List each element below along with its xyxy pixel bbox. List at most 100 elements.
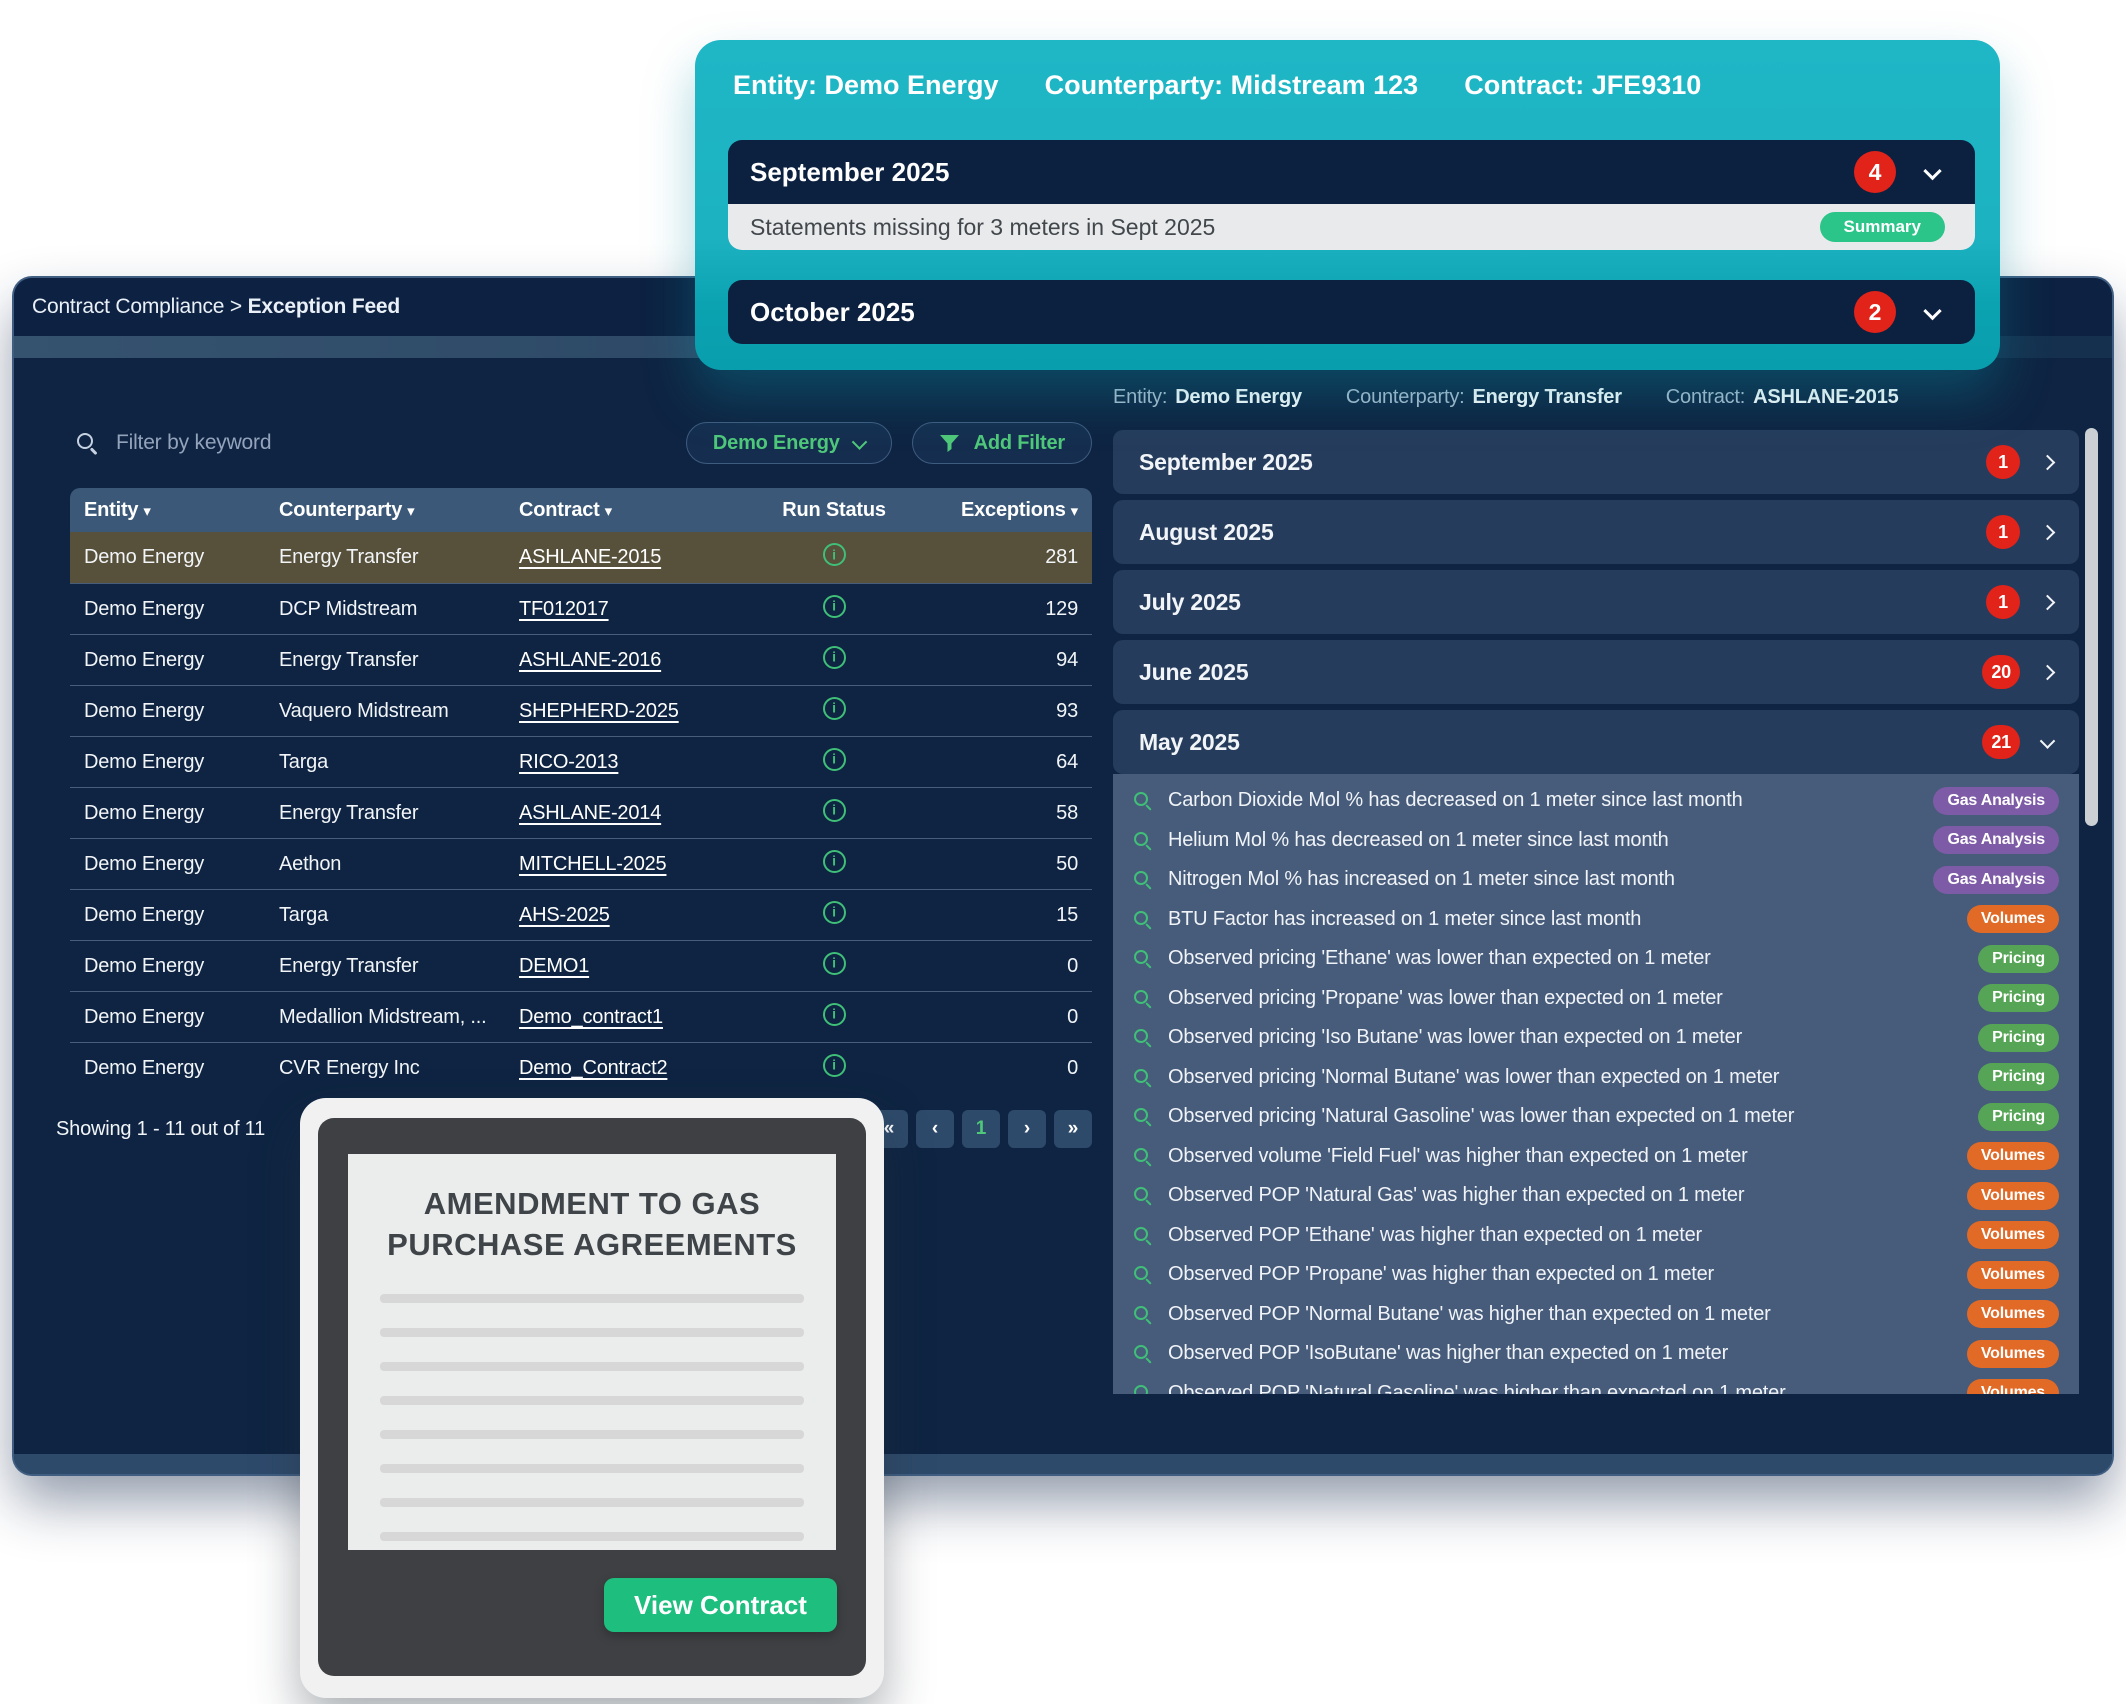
chevron-down-icon	[2040, 733, 2056, 749]
table-row[interactable]: Demo EnergyCVR Energy IncDemo_Contract20	[70, 1042, 1092, 1093]
run-status-info-icon[interactable]	[823, 543, 846, 566]
keyword-filter-input[interactable]: Filter by keyword	[56, 420, 616, 466]
exception-row[interactable]: Observed POP 'IsoButane' was higher than…	[1113, 1334, 2079, 1374]
table-row[interactable]: Demo EnergyMedallion Midstream, ...Demo_…	[70, 991, 1092, 1042]
run-status-info-icon[interactable]	[823, 850, 846, 873]
table-row[interactable]: Demo EnergyTargaRICO-201364	[70, 736, 1092, 787]
table-row[interactable]: Demo EnergyEnergy TransferDEMO10	[70, 940, 1092, 991]
breadcrumb-path[interactable]: Contract Compliance >	[32, 295, 248, 319]
chevron-down-icon	[851, 434, 867, 450]
run-status-info-icon[interactable]	[823, 595, 846, 618]
contract-link[interactable]: AHS-2025	[519, 904, 610, 926]
search-icon	[1133, 870, 1152, 889]
cell-exceptions: 0	[1067, 1006, 1078, 1029]
pagination-button[interactable]: »	[1054, 1110, 1092, 1148]
column-header-exceptions[interactable]: Exceptions	[961, 499, 1078, 522]
search-icon	[1133, 1028, 1152, 1047]
run-status-info-icon[interactable]	[823, 697, 846, 720]
document-text-line	[380, 1498, 804, 1507]
scrollbar-thumb[interactable]	[2085, 428, 2098, 826]
search-icon	[1133, 1344, 1152, 1363]
contract-document-card: AMENDMENT TO GAS PURCHASE AGREEMENTS Vie…	[300, 1098, 884, 1698]
contract-link[interactable]: ASHLANE-2014	[519, 802, 661, 824]
run-status-info-icon[interactable]	[823, 901, 846, 924]
exception-row[interactable]: Observed pricing 'Ethane' was lower than…	[1113, 939, 2079, 979]
card-contract: Contract: JFE9310	[1464, 70, 1701, 101]
month-accordion-expanded[interactable]: May 202521	[1113, 710, 2079, 774]
cell-counterparty: Energy Transfer	[279, 802, 519, 825]
month-label: June 2025	[1139, 659, 1982, 686]
contract-link[interactable]: ASHLANE-2015	[519, 546, 661, 568]
column-header-contract[interactable]: Contract	[519, 499, 749, 522]
detail-entity: Entity:Demo Energy	[1113, 386, 1302, 409]
view-contract-button[interactable]: View Contract	[604, 1578, 837, 1632]
contract-link[interactable]: RICO-2013	[519, 751, 618, 773]
exception-row[interactable]: Observed POP 'Ethane' was higher than ex…	[1113, 1216, 2079, 1256]
exception-count-badge: 1	[1986, 515, 2020, 549]
accordion-label: September 2025	[750, 157, 1854, 188]
add-filter-button[interactable]: Add Filter	[912, 422, 1092, 464]
cell-counterparty: Targa	[279, 751, 519, 774]
run-status-info-icon[interactable]	[823, 1054, 846, 1077]
september-accordion[interactable]: September 2025 4	[728, 140, 1975, 204]
contract-link[interactable]: MITCHELL-2025	[519, 853, 666, 875]
cell-counterparty: Energy Transfer	[279, 546, 519, 569]
table-row[interactable]: Demo EnergyVaquero MidstreamSHEPHERD-202…	[70, 685, 1092, 736]
column-header-run-status[interactable]: Run Status	[782, 499, 886, 522]
run-status-info-icon[interactable]	[823, 1003, 846, 1026]
document-title: AMENDMENT TO GAS PURCHASE AGREEMENTS	[386, 1184, 798, 1266]
contract-link[interactable]: SHEPHERD-2025	[519, 700, 679, 722]
table-row[interactable]: Demo EnergyAethonMITCHELL-202550	[70, 838, 1092, 889]
exception-row[interactable]: Observed volume 'Field Fuel' was higher …	[1113, 1137, 2079, 1177]
chevron-right-icon	[2040, 664, 2056, 680]
october-accordion[interactable]: October 2025 2	[728, 280, 1975, 344]
cell-counterparty: Targa	[279, 904, 519, 927]
contract-link[interactable]: Demo_contract1	[519, 1006, 663, 1028]
run-status-info-icon[interactable]	[823, 799, 846, 822]
contract-link[interactable]: Demo_Contract2	[519, 1057, 667, 1079]
run-status-info-icon[interactable]	[823, 748, 846, 771]
contract-link[interactable]: TF012017	[519, 598, 609, 620]
exception-text: Observed POP 'IsoButane' was higher than…	[1168, 1342, 1951, 1365]
entity-dropdown[interactable]: Demo Energy	[686, 422, 892, 464]
pagination-button[interactable]: 1	[962, 1110, 1000, 1148]
table-row[interactable]: Demo EnergyEnergy TransferASHLANE-201458	[70, 787, 1092, 838]
column-header-entity[interactable]: Entity	[84, 499, 279, 522]
table-row[interactable]: Demo EnergyEnergy TransferASHLANE-201694	[70, 634, 1092, 685]
pagination-button[interactable]: ›	[1008, 1110, 1046, 1148]
table-row[interactable]: Demo EnergyEnergy TransferASHLANE-201528…	[70, 532, 1092, 583]
chevron-right-icon	[2040, 454, 2056, 470]
cell-counterparty: DCP Midstream	[279, 598, 519, 621]
month-accordion-collapsed[interactable]: July 20251	[1113, 570, 2079, 634]
exception-row[interactable]: BTU Factor has increased on 1 meter sinc…	[1113, 900, 2079, 940]
table-row[interactable]: Demo EnergyTargaAHS-202515	[70, 889, 1092, 940]
exception-row[interactable]: Nitrogen Mol % has increased on 1 meter …	[1113, 860, 2079, 900]
month-accordion-collapsed[interactable]: August 20251	[1113, 500, 2079, 564]
exception-row[interactable]: Carbon Dioxide Mol % has decreased on 1 …	[1113, 781, 2079, 821]
category-badge: Volumes	[1967, 1379, 2059, 1394]
cell-counterparty: Energy Transfer	[279, 955, 519, 978]
month-accordion-collapsed[interactable]: June 202520	[1113, 640, 2079, 704]
month-accordion-collapsed[interactable]: September 20251	[1113, 430, 2079, 494]
exception-row[interactable]: Observed pricing 'Propane' was lower tha…	[1113, 979, 2079, 1019]
exception-row[interactable]: Observed pricing 'Natural Gasoline' was …	[1113, 1097, 2079, 1137]
cell-exceptions: 281	[1045, 546, 1078, 569]
column-header-counterparty[interactable]: Counterparty	[279, 499, 519, 522]
contract-summary-card: Entity: Demo Energy Counterparty: Midstr…	[695, 40, 2000, 370]
contract-link[interactable]: DEMO1	[519, 955, 589, 977]
run-status-info-icon[interactable]	[823, 952, 846, 975]
exception-count-badge: 4	[1854, 151, 1896, 193]
exception-row[interactable]: Observed pricing 'Normal Butane' was low…	[1113, 1058, 2079, 1098]
exception-row[interactable]: Observed pricing 'Iso Butane' was lower …	[1113, 1018, 2079, 1058]
exception-row[interactable]: Observed POP 'Normal Butane' was higher …	[1113, 1295, 2079, 1335]
exception-row[interactable]: Observed POP 'Propane' was higher than e…	[1113, 1255, 2079, 1295]
exception-row[interactable]: Observed POP 'Natural Gasoline' was high…	[1113, 1374, 2079, 1395]
detail-counterparty: Counterparty:Energy Transfer	[1346, 386, 1622, 409]
run-status-info-icon[interactable]	[823, 646, 846, 669]
table-row[interactable]: Demo EnergyDCP MidstreamTF012017129	[70, 583, 1092, 634]
summary-row[interactable]: Statements missing for 3 meters in Sept …	[728, 204, 1975, 250]
exception-row[interactable]: Observed POP 'Natural Gas' was higher th…	[1113, 1176, 2079, 1216]
pagination-button[interactable]: ‹	[916, 1110, 954, 1148]
contract-link[interactable]: ASHLANE-2016	[519, 649, 661, 671]
exception-row[interactable]: Helium Mol % has decreased on 1 meter si…	[1113, 821, 2079, 861]
